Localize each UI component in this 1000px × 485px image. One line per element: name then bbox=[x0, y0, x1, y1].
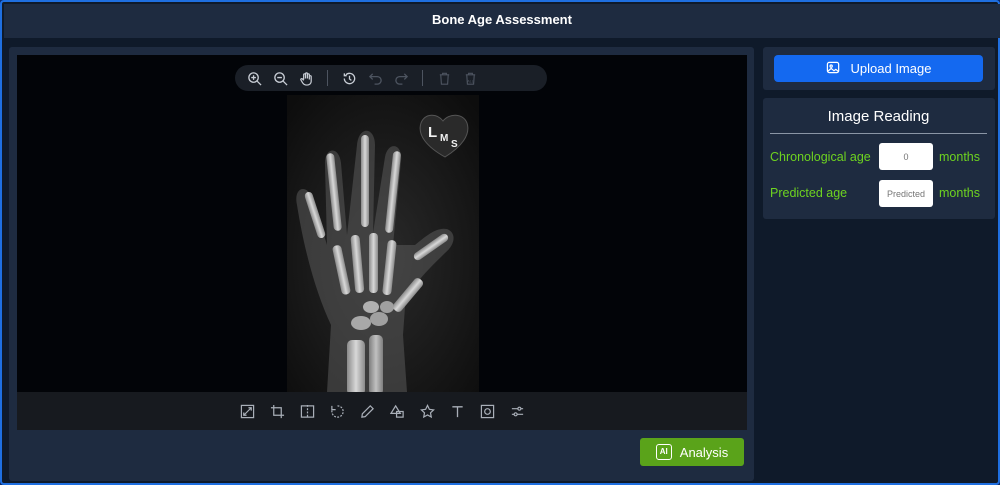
toolbar-divider bbox=[327, 70, 328, 86]
redo-icon[interactable] bbox=[388, 65, 414, 91]
flip-icon[interactable] bbox=[295, 399, 319, 423]
shapes-icon[interactable] bbox=[385, 399, 409, 423]
viewer-panel: ALL L M S AI Analysis bbox=[9, 47, 754, 481]
predicted-age-input[interactable] bbox=[879, 180, 933, 207]
pencil-icon[interactable] bbox=[355, 399, 379, 423]
chronological-age-unit: months bbox=[939, 150, 980, 164]
marker-letter-s: S bbox=[451, 139, 458, 150]
history-icon[interactable] bbox=[336, 65, 362, 91]
image-reading-title: Image Reading bbox=[770, 106, 987, 134]
app-title: Bone Age Assessment bbox=[4, 4, 1000, 38]
viewer-top-toolbar: ALL bbox=[235, 65, 547, 91]
upload-image-button[interactable]: Upload Image bbox=[774, 55, 983, 82]
hand-xray-image: L M S bbox=[287, 95, 479, 392]
image-reading-panel: Image Reading Chronological age months P… bbox=[763, 98, 995, 219]
delete-icon[interactable] bbox=[431, 65, 457, 91]
delete-all-icon[interactable]: ALL bbox=[457, 65, 483, 91]
analysis-label: Analysis bbox=[679, 444, 729, 460]
zoom-in-icon[interactable] bbox=[241, 65, 267, 91]
ai-chip-icon: AI bbox=[655, 444, 672, 460]
undo-icon[interactable] bbox=[362, 65, 388, 91]
marker-letter-m: M bbox=[440, 133, 448, 144]
image-upload-icon bbox=[826, 60, 841, 78]
chronological-age-label: Chronological age bbox=[770, 150, 871, 164]
app-window: Bone Age Assessment ALL L M S AI Analysi… bbox=[0, 0, 1000, 485]
analysis-button[interactable]: AI Analysis bbox=[640, 438, 744, 466]
toolbar-divider bbox=[422, 70, 423, 86]
image-viewer[interactable]: ALL L M S bbox=[17, 55, 747, 392]
upload-image-label: Upload Image bbox=[850, 61, 932, 76]
adjust-icon[interactable] bbox=[505, 399, 529, 423]
frame-icon[interactable] bbox=[475, 399, 499, 423]
predicted-age-unit: months bbox=[939, 186, 980, 200]
star-icon[interactable] bbox=[415, 399, 439, 423]
predicted-age-label: Predicted age bbox=[770, 186, 848, 200]
viewer-bottom-toolbar bbox=[17, 392, 747, 430]
zoom-out-icon[interactable] bbox=[267, 65, 293, 91]
fit-icon[interactable] bbox=[235, 399, 259, 423]
chronological-age-input[interactable] bbox=[879, 143, 933, 170]
crop-icon[interactable] bbox=[265, 399, 289, 423]
marker-letter-l: L bbox=[428, 124, 437, 141]
text-icon[interactable] bbox=[445, 399, 469, 423]
pan-hand-icon[interactable] bbox=[293, 65, 319, 91]
upload-panel: Upload Image bbox=[763, 47, 995, 90]
rotate-icon[interactable] bbox=[325, 399, 349, 423]
svg-text:ALL: ALL bbox=[467, 79, 474, 83]
